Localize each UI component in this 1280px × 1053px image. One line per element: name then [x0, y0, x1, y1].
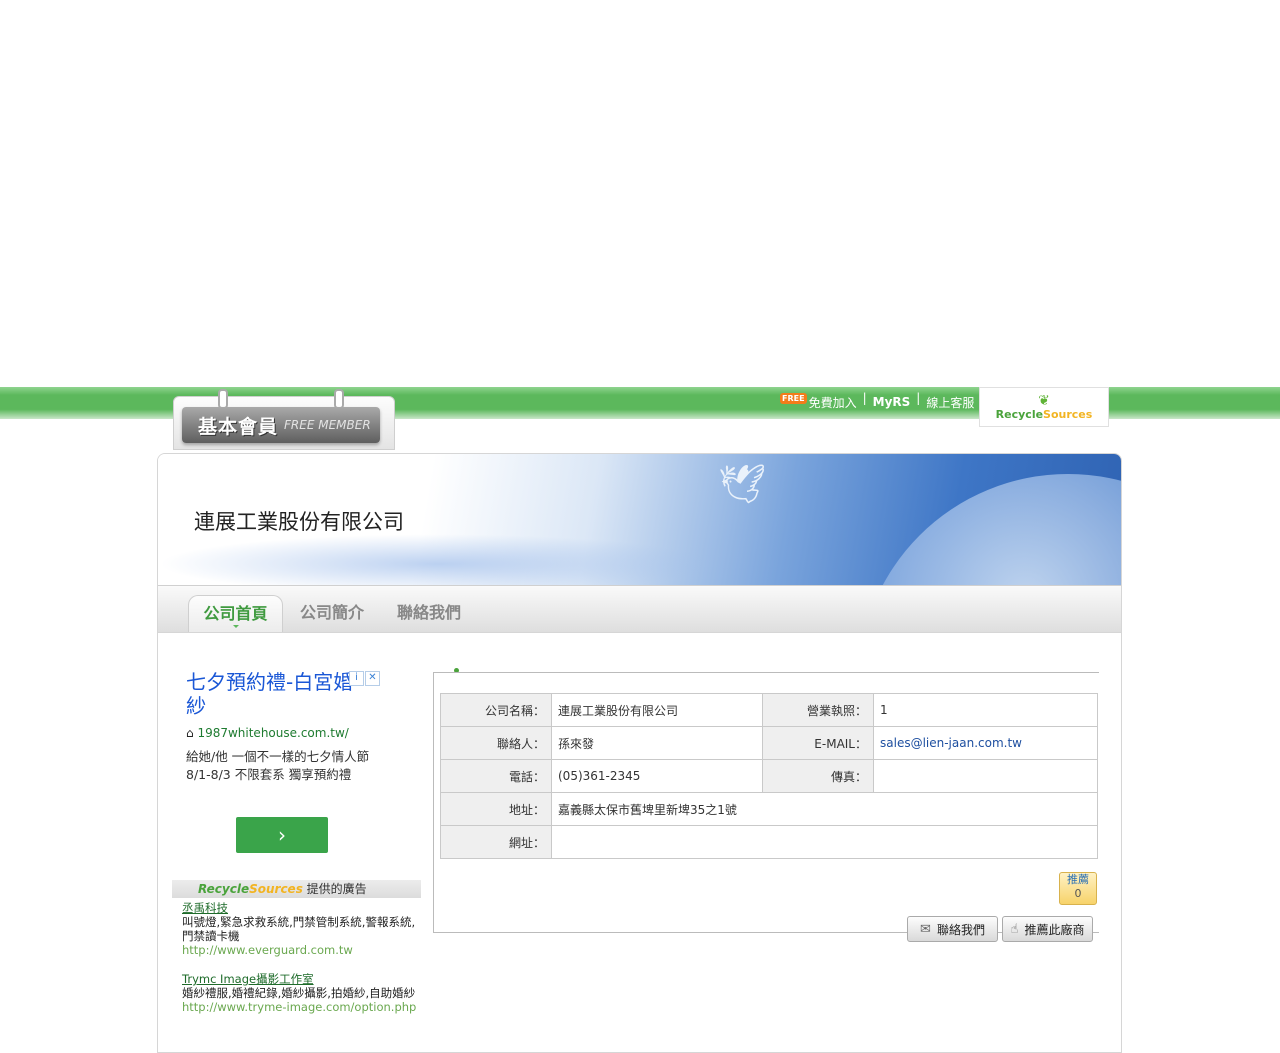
fax-value: [873, 759, 1098, 793]
top-links: FREE 免費加入 | MyRS | 線上客服: [780, 391, 974, 413]
table-row: 地址： 嘉義縣太保市舊埤里新埤35之1號: [440, 792, 1098, 826]
divider: |: [916, 391, 921, 405]
sponsored-ad[interactable]: 七夕預約禮-白宮婚紗 i ✕ ⌂ 1987whitehouse.com.tw/ 給…: [186, 670, 382, 856]
table-row: 聯絡人： 孫來發 E-MAIL： sales@lien-jaan.com.tw: [440, 726, 1098, 760]
divider: |: [862, 391, 867, 405]
rs-ad-desc: 叫號燈,緊急求救系統,門禁管制系統,警報系統,門禁讀卡機: [182, 915, 416, 943]
phone-value: (05)361-2345: [551, 759, 763, 793]
recommend-label: 推薦: [1067, 873, 1089, 886]
ad-choices[interactable]: i ✕: [348, 671, 380, 686]
ad-arrow-button[interactable]: ›: [236, 817, 328, 853]
rs-ad-desc: 婚紗禮服,婚禮紀錄,婚紗攝影,拍婚紗,自助婚紗: [182, 986, 416, 1000]
logo-text: RecycleSources: [995, 407, 1093, 421]
rs-ad-header-suffix: 提供的廣告: [306, 882, 367, 896]
table-row: 電話： (05)361-2345 傳真：: [440, 759, 1098, 793]
tab-company-profile[interactable]: 公司簡介: [300, 595, 364, 632]
tab-home[interactable]: 公司首頁: [188, 595, 283, 632]
company-banner: 🕊 連展工業股份有限公司: [158, 454, 1121, 585]
tab-contact-us[interactable]: 聯絡我們: [397, 595, 461, 632]
list-item[interactable]: Trymc Image攝影工作室 婚紗禮服,婚禮紀錄,婚紗攝影,拍婚紗,自助婚紗…: [182, 972, 418, 1014]
email-link[interactable]: sales@lien-jaan.com.tw: [873, 726, 1098, 760]
recommend-vendor-button-label: 推薦此廠商: [1024, 922, 1085, 937]
home-icon: ⌂: [186, 726, 198, 740]
myrs-link[interactable]: MyRS: [873, 395, 911, 409]
envelope-icon: ✉: [920, 921, 931, 937]
rs-ad-url[interactable]: http://www.everguard.com.tw: [182, 943, 418, 957]
recyclesources-logo[interactable]: ❦ RecycleSources: [979, 387, 1109, 427]
company-name-value: 連展工業股份有限公司: [551, 693, 763, 727]
rs-ad-header: RecycleSources 提供的廣告: [172, 880, 421, 898]
table-row: 網址：: [440, 825, 1098, 859]
company-title: 連展工業股份有限公司: [194, 510, 404, 534]
phone-label: 電話：: [440, 759, 552, 793]
ad-description: 給她/他 一個不一樣的七夕情人節 8/1-8/3 不限套系 獨享預約禮: [186, 749, 370, 782]
member-tab: 基本會員 FREE MEMBER: [173, 389, 395, 450]
address-value: 嘉義縣太保市舊埤里新埤35之1號: [551, 792, 1098, 826]
join-free-link[interactable]: 免費加入: [809, 394, 857, 411]
member-badge-en-label: FREE MEMBER: [284, 418, 371, 432]
ad-title[interactable]: 七夕預約禮-白宮婚紗: [186, 670, 356, 718]
address-label: 地址：: [440, 792, 552, 826]
license-label: 營業執照：: [762, 693, 874, 727]
company-nav: 公司首頁 公司簡介 聯絡我們: [158, 585, 1121, 633]
contact-us-button[interactable]: ✉ 聯絡我們: [907, 916, 998, 942]
email-label: E-MAIL：: [762, 726, 874, 760]
contact-label: 聯絡人：: [440, 726, 552, 760]
recommend-vendor-button[interactable]: ☝ 推薦此廠商: [1002, 916, 1093, 942]
member-badge-label: 基本會員: [198, 415, 279, 438]
recommend-counter[interactable]: 推薦 0: [1059, 872, 1097, 905]
company-page-container: 🕊 連展工業股份有限公司 公司首頁 公司簡介 聯絡我們 七夕預約禮-白宮婚紗 i…: [157, 453, 1122, 1053]
fax-label: 傳真：: [762, 759, 874, 793]
rs-ad-brand: RecycleSources: [198, 882, 303, 896]
bird-image: 🕊: [718, 462, 767, 506]
company-info-table: 公司名稱： 連展工業股份有限公司 營業執照： 1 聯絡人： 孫來發 E-MAIL…: [440, 693, 1098, 859]
ring-decoration: [334, 389, 344, 409]
contact-us-button-label: 聯絡我們: [936, 922, 985, 937]
website-value[interactable]: [551, 825, 1098, 859]
free-member-badge: 基本會員 FREE MEMBER: [182, 407, 380, 443]
globe-image: [858, 474, 1121, 585]
website-label: 網址：: [440, 825, 552, 859]
free-tag-icon: FREE: [780, 392, 807, 404]
ring-decoration: [218, 389, 228, 409]
recommend-count: 0: [1074, 887, 1082, 900]
leaf-icon: ❦: [1038, 392, 1050, 409]
rs-ad-title[interactable]: Trymc Image攝影工作室: [182, 972, 418, 986]
thumbs-up-icon: ☝: [1010, 921, 1019, 937]
list-item[interactable]: 丞禹科技 叫號燈,緊急求救系統,門禁管制系統,警報系統,門禁讀卡機 http:/…: [182, 901, 418, 957]
rs-ad-title[interactable]: 丞禹科技: [182, 901, 418, 915]
close-icon[interactable]: ✕: [365, 671, 380, 686]
license-value: 1: [873, 693, 1098, 727]
rs-ad-url[interactable]: http://www.tryme-image.com/option.php: [182, 1000, 418, 1014]
online-service-link[interactable]: 線上客服: [926, 394, 974, 411]
contact-value: 孫來發: [551, 726, 763, 760]
company-name-label: 公司名稱：: [440, 693, 552, 727]
ad-url[interactable]: ⌂ 1987whitehouse.com.tw/: [186, 726, 382, 740]
table-row: 公司名稱： 連展工業股份有限公司 營業執照： 1: [440, 693, 1098, 727]
info-icon[interactable]: i: [349, 671, 364, 686]
